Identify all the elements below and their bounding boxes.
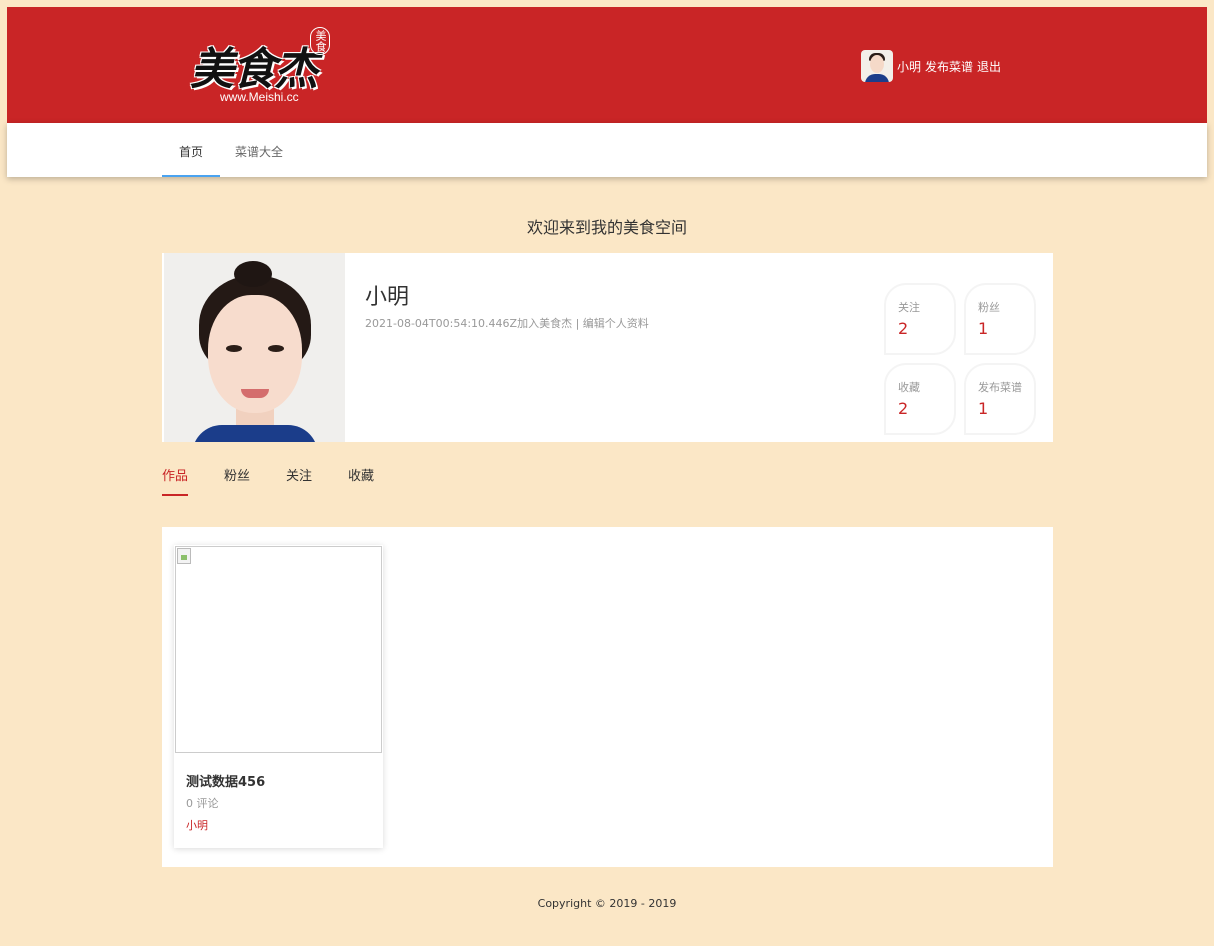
stat-following[interactable]: 关注 2 [884, 283, 956, 355]
stat-label: 粉丝 [978, 301, 1000, 314]
stat-value: 2 [898, 319, 909, 338]
stat-label: 发布菜谱 [978, 381, 1022, 394]
publish-recipe-link[interactable]: 发布菜谱 [925, 58, 973, 75]
logo-seal: 美食 [310, 27, 330, 55]
profile-photo [164, 253, 345, 442]
avatar[interactable] [861, 50, 893, 82]
stat-fans[interactable]: 粉丝 1 [964, 283, 1036, 355]
recipe-author[interactable]: 小明 [186, 817, 208, 833]
works-panel: 测试数据456 0 评论 小明 [162, 527, 1053, 867]
tab-works[interactable]: 作品 [162, 467, 189, 496]
stat-value: 1 [978, 399, 989, 418]
tab-following[interactable]: 关注 [286, 467, 312, 496]
site-header: 美食杰 美食 www.Meishi.cc 小明 发布菜谱 退出 [7, 7, 1207, 123]
join-date: 2021-08-04T00:54:10.446Z加入美食杰 [365, 317, 573, 330]
tab-fans[interactable]: 粉丝 [224, 467, 250, 496]
meta-separator: | [575, 317, 580, 330]
main-nav: 首页 菜谱大全 [7, 123, 1207, 177]
recipe-image[interactable] [175, 546, 382, 753]
nav-item-recipes[interactable]: 菜谱大全 [226, 123, 292, 177]
stat-value: 1 [978, 319, 989, 338]
tab-collections[interactable]: 收藏 [348, 467, 374, 496]
recipe-comments: 0 评论 [186, 797, 219, 810]
site-logo[interactable]: 美食杰 美食 www.Meishi.cc [182, 23, 332, 109]
stat-label: 收藏 [898, 381, 920, 394]
stat-collections[interactable]: 收藏 2 [884, 363, 956, 435]
profile-meta: 2021-08-04T00:54:10.446Z加入美食杰 | 编辑个人资料 [365, 315, 649, 331]
profile-tabs: 作品 粉丝 关注 收藏 [162, 467, 410, 497]
user-name-link[interactable]: 小明 [897, 58, 921, 75]
user-bar: 小明 发布菜谱 退出 [861, 50, 1005, 82]
recipe-title[interactable]: 测试数据456 [186, 771, 265, 790]
logout-link[interactable]: 退出 [977, 58, 1001, 75]
recipe-card[interactable]: 测试数据456 0 评论 小明 [174, 545, 383, 848]
broken-image-icon [177, 548, 191, 564]
logo-text: 美食杰 [190, 44, 318, 95]
edit-profile-link[interactable]: 编辑个人资料 [583, 317, 649, 330]
stat-label: 关注 [898, 301, 920, 314]
profile-card: 小明 2021-08-04T00:54:10.446Z加入美食杰 | 编辑个人资… [162, 253, 1053, 442]
stat-value: 2 [898, 399, 909, 418]
footer-copyright: Copyright © 2019 - 2019 [537, 897, 677, 910]
profile-name: 小明 [365, 285, 410, 310]
page-title: 欢迎来到我的美食空间 [526, 218, 687, 237]
stat-published[interactable]: 发布菜谱 1 [964, 363, 1036, 435]
nav-item-home[interactable]: 首页 [162, 123, 220, 177]
logo-url: www.Meishi.cc [220, 90, 299, 104]
